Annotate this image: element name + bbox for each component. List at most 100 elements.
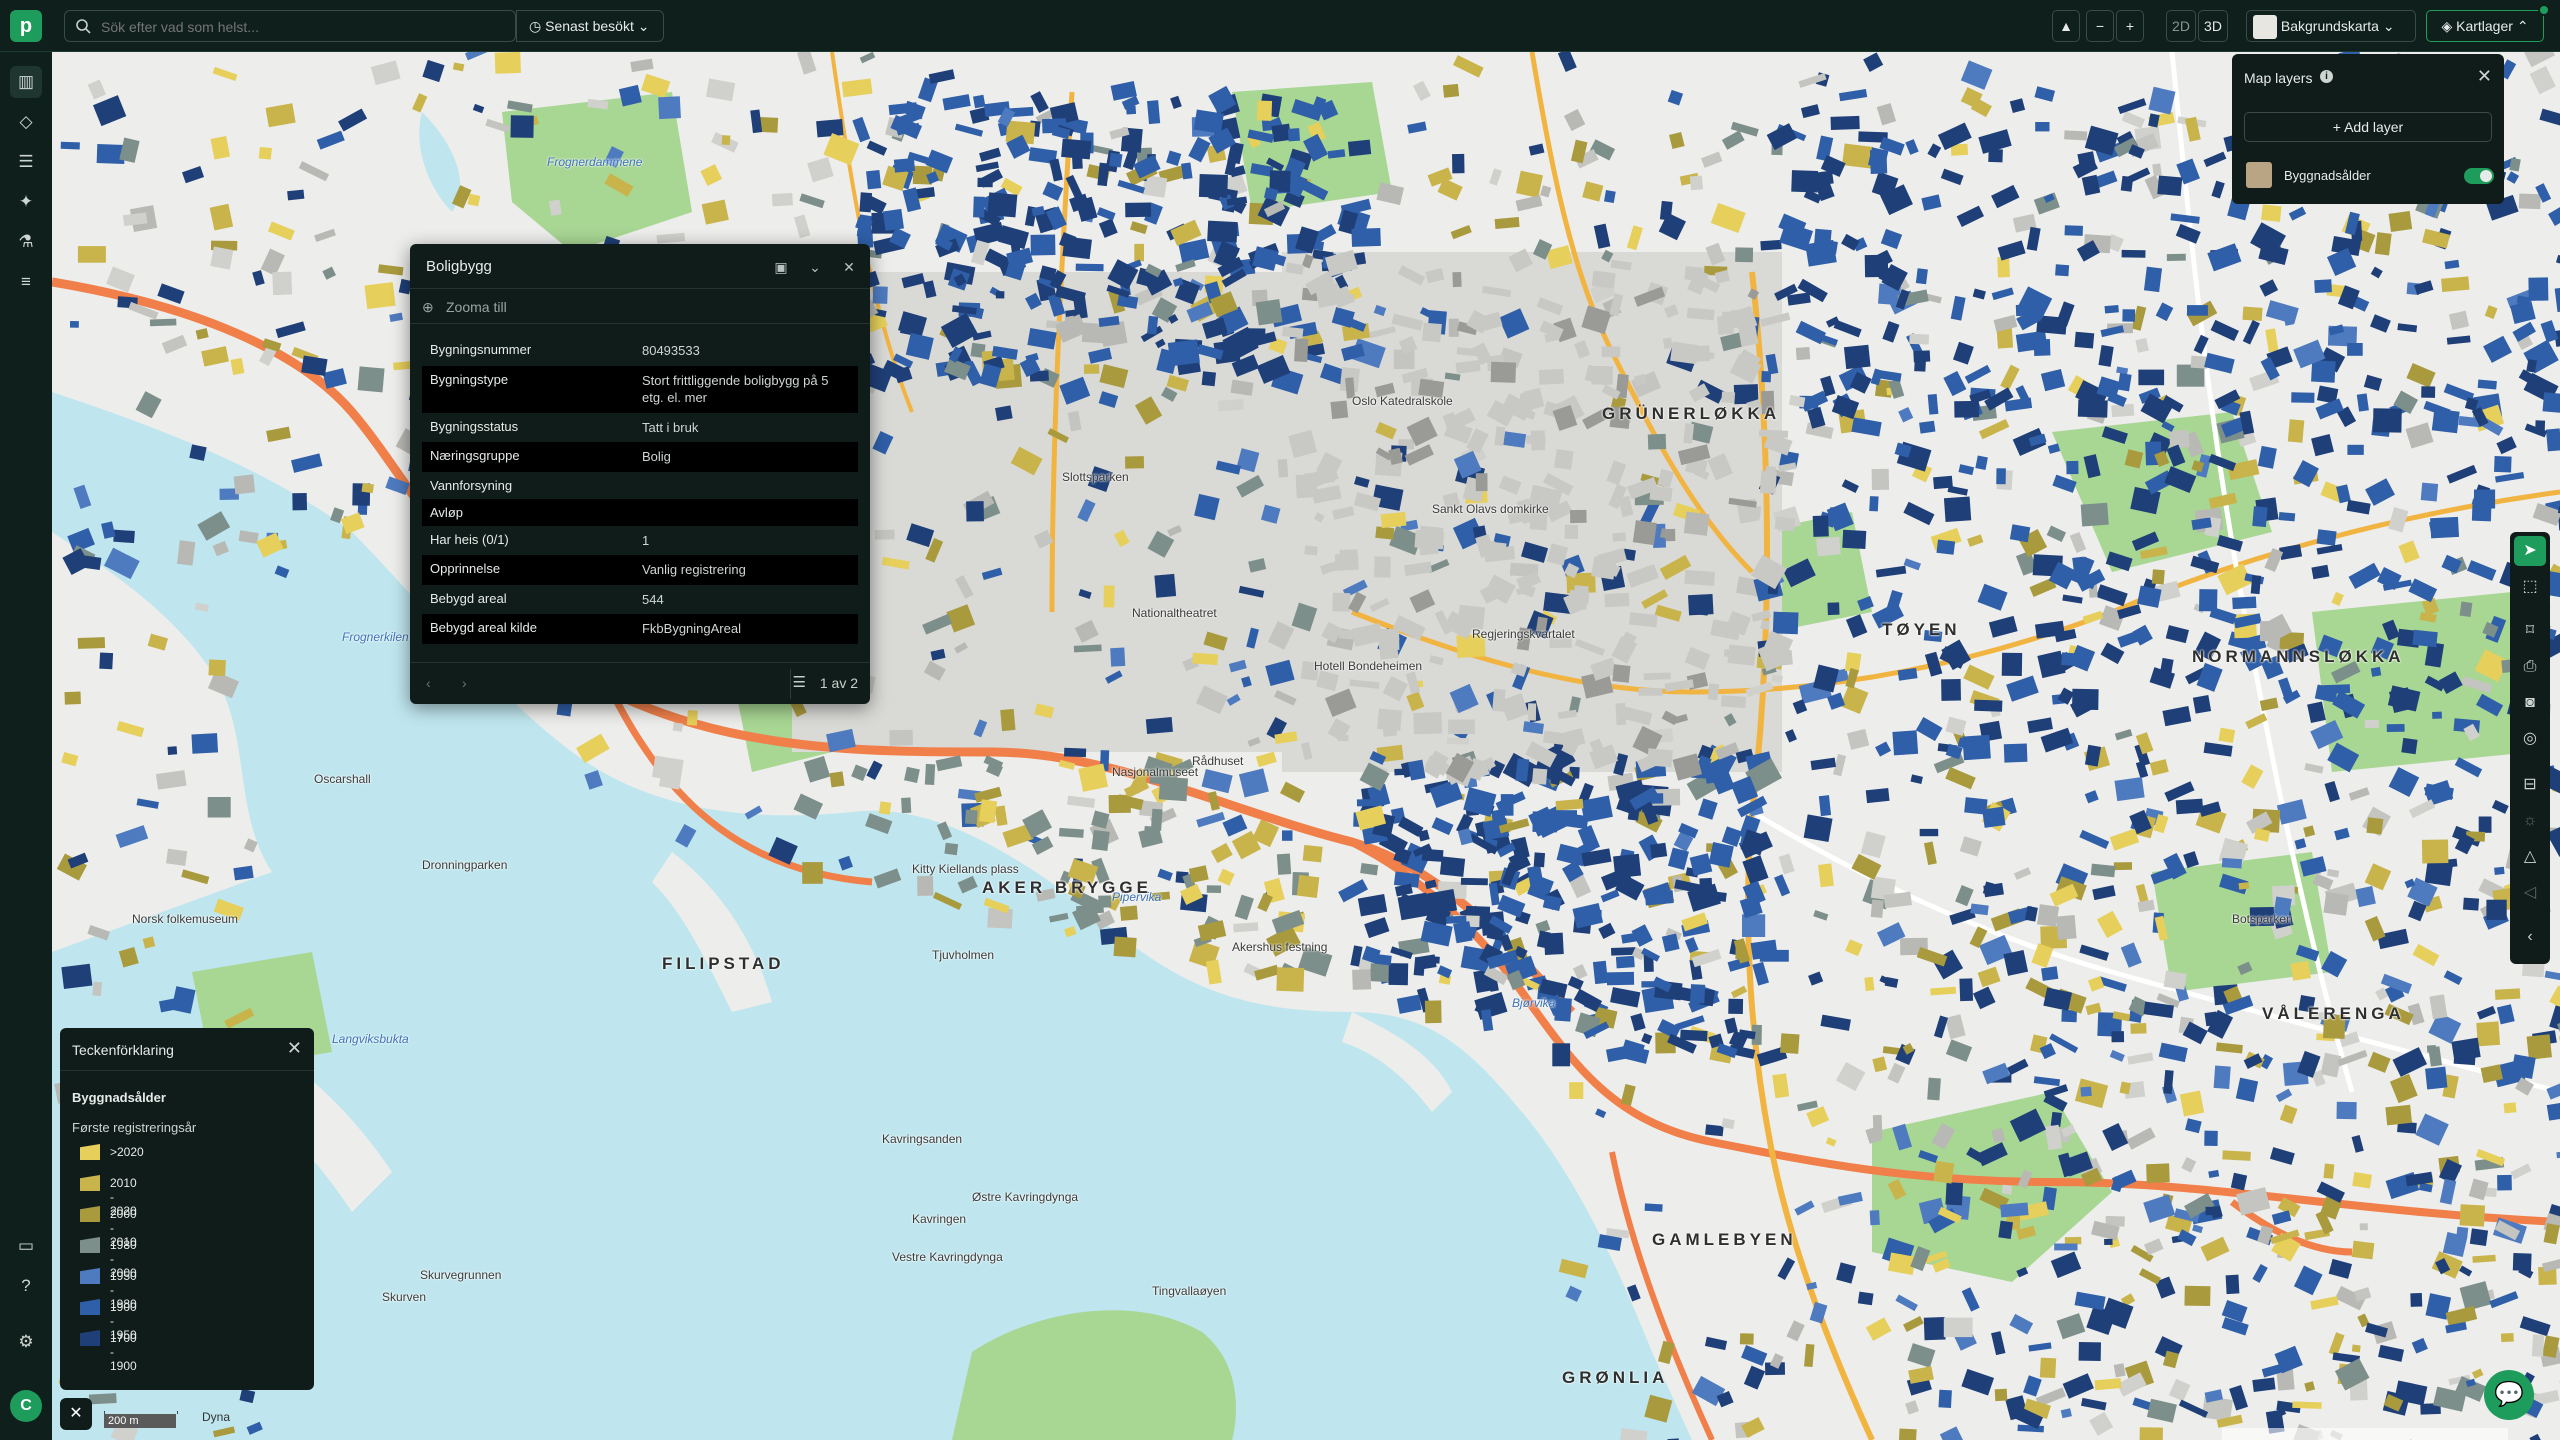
building-footprint [904, 766, 920, 784]
measure-icon[interactable]: ⊟ [2514, 770, 2546, 800]
close-icon[interactable]: ✕ [287, 1038, 302, 1059]
building-footprint [1442, 83, 1460, 98]
building-footprint [1615, 702, 1627, 726]
basemap-dropdown[interactable]: Bakgrundskarta ⌄ [2246, 10, 2416, 42]
elevation-icon[interactable]: △ [2514, 842, 2546, 872]
recent-visited-dropdown[interactable]: ◷ Senast besökt ⌄ [516, 10, 664, 42]
building-footprint [1945, 1182, 1964, 1206]
bookmark-icon[interactable]: ⌑ [2514, 616, 2546, 646]
building-footprint [1075, 263, 1104, 272]
building-footprint [1494, 217, 1520, 229]
building-footprint [1927, 1077, 1941, 1101]
compass-button[interactable]: ▲ [2052, 10, 2080, 42]
building-footprint [2278, 512, 2296, 522]
expand-icon[interactable]: ▣ [770, 256, 792, 278]
building-footprint [69, 321, 79, 328]
legend-swatch [80, 1144, 100, 1160]
building-footprint [1909, 333, 1929, 345]
building-footprint [1287, 128, 1301, 142]
avatar[interactable]: C [10, 1390, 42, 1422]
building-footprint [1954, 400, 1980, 418]
building-footprint [1452, 271, 1462, 288]
zoom-to-button[interactable]: ⊕ Zooma till [410, 288, 870, 324]
chat-icon[interactable]: 💬 [2484, 1370, 2534, 1420]
attribute-value: FkbBygningAreal [641, 621, 741, 637]
building-footprint [1864, 976, 1875, 992]
building-footprint [2221, 857, 2243, 869]
building-footprint [874, 529, 895, 540]
basemap-thumbnail [2253, 15, 2277, 40]
map-label: Rådhuset [1192, 754, 1244, 768]
select-cursor-icon[interactable]: ➤ [2514, 536, 2546, 566]
building-footprint [1255, 299, 1283, 326]
sun-icon[interactable]: ☼ [2514, 806, 2546, 836]
building-footprint [1923, 1316, 1946, 1341]
close-icon[interactable]: ✕ [838, 256, 860, 278]
building-footprint [2259, 621, 2276, 642]
collapse-left-icon[interactable]: ‹ [2514, 922, 2546, 952]
prev-arrow-icon[interactable]: ‹ [426, 675, 431, 691]
building-footprint [1119, 905, 1138, 921]
search-input[interactable] [101, 17, 501, 37]
building-footprint [2242, 306, 2263, 322]
building-footprint [2225, 1274, 2240, 1295]
building-footprint [771, 192, 793, 207]
building-footprint [1988, 148, 2003, 163]
zoom-out-button[interactable]: − [2086, 10, 2114, 42]
box-select-icon[interactable]: ⬚ [2514, 572, 2546, 602]
list-icon[interactable]: ☰ [793, 673, 806, 691]
building-footprint [2152, 163, 2162, 177]
map-label: TØYEN [1882, 620, 1961, 639]
layer-visibility-toggle[interactable] [2464, 168, 2494, 184]
location-icon[interactable]: ◎ [2514, 724, 2546, 754]
direction-icon[interactable]: ◁ [2514, 878, 2546, 908]
map-label: Regjeringskvartalet [1472, 627, 1575, 641]
add-layer-button[interactable]: + Add layer [2244, 112, 2492, 142]
feedback-icon[interactable]: ▭ [10, 1230, 42, 1262]
mode-2d-button[interactable]: 2D [2166, 10, 2196, 42]
layers-button[interactable]: ◈ Kartlager ⌃ [2426, 10, 2544, 42]
building-footprint [1448, 719, 1475, 735]
print-icon[interactable]: ⎙ [2514, 652, 2546, 682]
attribute-key: Bebygd areal kilde [430, 620, 537, 636]
tag-icon[interactable]: ◇ [10, 106, 42, 138]
camera-icon[interactable]: ◙ [2514, 688, 2546, 718]
building-footprint [2477, 379, 2497, 390]
building-footprint [1780, 1033, 1800, 1054]
building-footprint [1424, 1000, 1442, 1024]
building-footprint [1644, 1203, 1663, 1212]
info-icon[interactable]: i [2320, 70, 2333, 83]
building-footprint [893, 157, 916, 173]
list-icon[interactable]: ☰ [10, 146, 42, 178]
settings-icon[interactable]: ⚙ [10, 1326, 42, 1358]
attribute-key: Bygningsstatus [430, 418, 519, 434]
collapse-icon[interactable]: ⌄ [804, 256, 826, 278]
building-footprint [1919, 828, 1939, 837]
building-footprint [1915, 268, 1928, 285]
building-footprint [1515, 758, 1530, 782]
help-icon[interactable]: ? [10, 1270, 42, 1302]
close-icon[interactable]: ✕ [2477, 66, 2492, 87]
close-scale-icon[interactable]: ✕ [60, 1398, 92, 1430]
building-footprint [2351, 1344, 2361, 1353]
page-indicator: 1 av 2 [819, 675, 858, 691]
building-footprint [672, 722, 684, 732]
next-arrow-icon[interactable]: › [462, 675, 467, 691]
compass-icon: ▲ [2059, 18, 2073, 34]
search-box[interactable] [64, 10, 516, 42]
building-footprint [1515, 170, 1543, 198]
building-footprint [1869, 1210, 1880, 1226]
flask-icon[interactable]: ⚗ [10, 226, 42, 258]
map-label: Akershus festning [1232, 940, 1328, 954]
map-view-icon[interactable]: ▥ [10, 66, 42, 98]
app-logo[interactable]: p [10, 10, 42, 42]
building-footprint [1276, 967, 1305, 992]
map-label: Tjuvholmen [932, 948, 995, 962]
filter-icon[interactable]: ≡ [10, 266, 42, 298]
building-footprint [494, 52, 521, 74]
mode-3d-button[interactable]: 3D [2198, 10, 2228, 42]
basemap-label: Bakgrundskarta [2280, 18, 2379, 34]
zoom-in-button[interactable]: + [2116, 10, 2144, 42]
layer-item[interactable]: Byggnadsålder [2246, 162, 2494, 192]
ai-sparkle-icon[interactable]: ✦ [10, 186, 42, 218]
